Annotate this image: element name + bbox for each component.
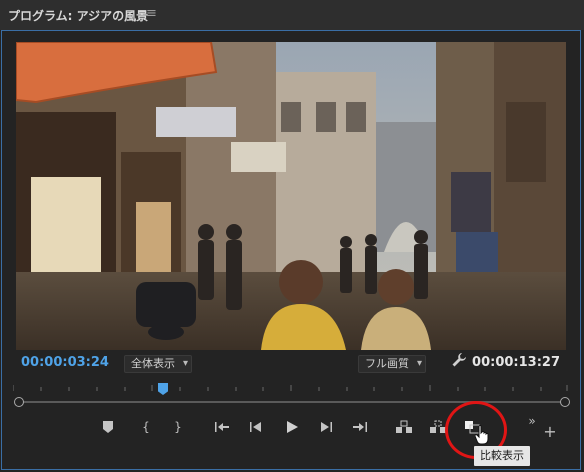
panel-title[interactable]: プログラム: アジアの風景	[8, 7, 148, 24]
go-to-in-icon	[215, 422, 229, 432]
hamburger-icon[interactable]: ≡	[146, 6, 157, 21]
lift-button[interactable]	[394, 418, 414, 436]
zoom-handle-left[interactable]	[14, 397, 24, 407]
current-timecode[interactable]: 00:00:03:24	[21, 355, 109, 370]
mark-in-icon: {	[142, 420, 150, 434]
mark-out-icon: }	[174, 420, 182, 434]
play-icon	[287, 421, 298, 433]
step-forward-button[interactable]	[316, 418, 336, 436]
tooltip: 比較表示	[474, 446, 530, 466]
wrench-icon[interactable]	[451, 352, 467, 368]
street-scene-image	[16, 42, 566, 350]
zoom-level-value: 全体表示	[131, 357, 175, 370]
add-marker-button[interactable]	[98, 418, 118, 436]
plus-icon: +	[543, 421, 557, 441]
time-ruler[interactable]	[13, 385, 568, 391]
zoom-handle-right[interactable]	[560, 397, 570, 407]
lift-icon	[396, 420, 412, 433]
zoom-level-select[interactable]: 全体表示 ▾	[124, 355, 192, 373]
chevron-double-right-icon: »	[528, 414, 536, 428]
play-button[interactable]	[282, 418, 302, 436]
mark-in-button[interactable]: {	[136, 418, 156, 436]
go-to-out-button[interactable]	[350, 418, 370, 436]
step-forward-icon	[321, 422, 332, 432]
step-back-button[interactable]	[246, 418, 266, 436]
chevron-down-icon: ▾	[416, 358, 422, 369]
chevron-down-icon: ▾	[182, 358, 188, 369]
playback-resolution-value: フル画質	[365, 357, 409, 370]
playback-resolution-select[interactable]: フル画質 ▾	[358, 355, 426, 373]
duration-timecode: 00:00:13:27	[472, 355, 560, 370]
panel-header: プログラム: アジアの風景 ≡	[0, 0, 584, 30]
go-to-out-icon	[353, 422, 367, 432]
mark-out-button[interactable]: }	[168, 418, 188, 436]
button-editor-button[interactable]: +	[540, 421, 560, 441]
add-marker-icon	[103, 421, 113, 433]
step-back-icon	[250, 422, 261, 432]
more-controls-button[interactable]: »	[522, 412, 542, 430]
go-to-in-button[interactable]	[212, 418, 232, 436]
program-monitor-video[interactable]	[16, 42, 566, 350]
hand-cursor-icon	[475, 425, 489, 445]
